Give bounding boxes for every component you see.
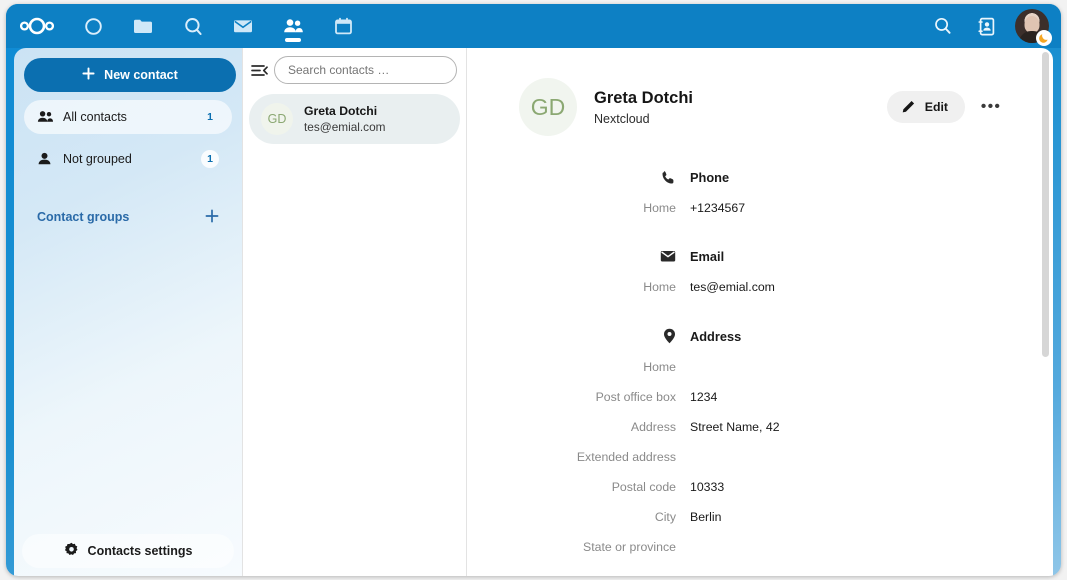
property-row: Extended address bbox=[467, 450, 1053, 464]
property-value[interactable]: 10333 bbox=[690, 480, 724, 494]
contact-email: tes@emial.com bbox=[304, 119, 385, 135]
envelope-icon bbox=[233, 18, 253, 34]
phone-icon bbox=[467, 170, 690, 185]
contact-detail-header: GD Greta Dotchi Nextcloud Edit ••• bbox=[467, 48, 1053, 136]
property-label: Post office box bbox=[467, 390, 690, 404]
nav-app-dashboard[interactable] bbox=[68, 4, 118, 48]
contacts-settings-button[interactable]: Contacts settings bbox=[22, 534, 234, 568]
folder-icon bbox=[133, 17, 153, 35]
more-actions-button[interactable]: ••• bbox=[975, 91, 1007, 123]
contact-name-block: Greta Dotchi Nextcloud bbox=[594, 89, 887, 126]
property-label: Address bbox=[467, 420, 690, 434]
contacts-card-icon[interactable] bbox=[967, 4, 1007, 48]
property-label: Extended address bbox=[467, 450, 690, 464]
location-pin-icon bbox=[467, 328, 690, 344]
property-value[interactable]: 1234 bbox=[690, 390, 717, 404]
collapse-sidebar-icon[interactable] bbox=[251, 64, 268, 77]
top-app-bar bbox=[6, 4, 1061, 48]
sidebar-item-count: 1 bbox=[201, 150, 219, 168]
section-address: Address Home Post office box 1234 Addres… bbox=[467, 328, 1053, 554]
email-icon bbox=[467, 250, 690, 263]
section-title-phone: Phone bbox=[467, 170, 1053, 185]
contact-list-header bbox=[243, 48, 466, 92]
new-contact-button[interactable]: New contact bbox=[24, 58, 236, 92]
pencil-icon bbox=[902, 99, 916, 116]
property-label: Home bbox=[467, 280, 690, 294]
avatar[interactable] bbox=[1015, 9, 1049, 43]
property-row: Post office box 1234 bbox=[467, 390, 1053, 404]
edit-button[interactable]: Edit bbox=[887, 91, 965, 123]
gear-icon bbox=[64, 542, 79, 560]
property-value[interactable]: +1234567 bbox=[690, 201, 745, 215]
property-row: Home tes@emial.com bbox=[467, 280, 1053, 294]
section-title-address: Address bbox=[467, 328, 1053, 344]
property-row: City Berlin bbox=[467, 510, 1053, 524]
contact-groups-header[interactable]: Contact groups bbox=[24, 202, 232, 232]
property-value[interactable]: Berlin bbox=[690, 510, 721, 524]
property-label: Home bbox=[467, 360, 690, 374]
new-contact-label: New contact bbox=[104, 68, 178, 82]
contact-organization: Nextcloud bbox=[594, 112, 887, 126]
contact-name: Greta Dotchi bbox=[304, 103, 385, 119]
contact-groups-label: Contact groups bbox=[37, 210, 205, 224]
contacts-icon bbox=[283, 18, 304, 35]
contact-list-pane: GD Greta Dotchi tes@emial.com bbox=[242, 48, 467, 576]
property-value[interactable]: tes@emial.com bbox=[690, 280, 775, 294]
property-label: Home bbox=[467, 201, 690, 215]
property-label: State or province bbox=[467, 540, 690, 554]
contact-initials-avatar: GD bbox=[261, 103, 293, 135]
edit-label: Edit bbox=[925, 100, 948, 114]
sidebar-item-count: 1 bbox=[201, 111, 219, 123]
nav-app-mail[interactable] bbox=[218, 4, 268, 48]
section-email: Email Home tes@emial.com bbox=[467, 249, 1053, 294]
status-badge bbox=[1036, 30, 1052, 46]
magnifier-icon bbox=[184, 17, 203, 36]
property-row: State or province bbox=[467, 540, 1053, 554]
nextcloud-logo[interactable] bbox=[20, 17, 54, 35]
property-row: Address Street Name, 42 bbox=[467, 420, 1053, 434]
app-content: New contact All contacts 1 bbox=[14, 48, 1053, 576]
list-item[interactable]: GD Greta Dotchi tes@emial.com bbox=[249, 94, 460, 144]
app-window: New contact All contacts 1 bbox=[6, 4, 1061, 576]
vertical-scrollbar[interactable] bbox=[1042, 52, 1049, 357]
nav-app-contacts[interactable] bbox=[268, 4, 318, 48]
page-title: Greta Dotchi bbox=[594, 89, 887, 108]
circle-icon bbox=[84, 17, 103, 36]
property-label: City bbox=[467, 510, 690, 524]
person-icon bbox=[37, 152, 59, 166]
section-label: Email bbox=[690, 249, 724, 264]
section-title-email: Email bbox=[467, 249, 1053, 264]
nav-app-photos[interactable] bbox=[168, 4, 218, 48]
sidebar-item-label: Not grouped bbox=[59, 152, 201, 166]
section-label: Address bbox=[690, 329, 741, 344]
section-phone: Phone Home +1234567 bbox=[467, 170, 1053, 215]
property-label: Postal code bbox=[467, 480, 690, 494]
property-row: Home +1234567 bbox=[467, 201, 1053, 215]
group-icon bbox=[37, 110, 59, 124]
section-label: Phone bbox=[690, 170, 729, 185]
contact-avatar: GD bbox=[519, 78, 577, 136]
search-icon[interactable] bbox=[923, 4, 963, 48]
search-input[interactable] bbox=[274, 56, 457, 84]
active-app-indicator bbox=[285, 38, 301, 42]
property-value[interactable]: Street Name, 42 bbox=[690, 420, 780, 434]
plus-icon bbox=[82, 67, 95, 83]
nav-app-calendar[interactable] bbox=[318, 4, 368, 48]
property-row: Home bbox=[467, 360, 1053, 374]
nav-app-files[interactable] bbox=[118, 4, 168, 48]
calendar-icon bbox=[334, 17, 353, 36]
property-row: Postal code 10333 bbox=[467, 480, 1053, 494]
add-group-icon[interactable] bbox=[205, 209, 219, 226]
contacts-settings-label: Contacts settings bbox=[88, 544, 193, 558]
sidebar-item-not-grouped[interactable]: Not grouped 1 bbox=[24, 142, 232, 176]
sidebar-item-label: All contacts bbox=[59, 110, 201, 124]
app-navigation bbox=[68, 4, 368, 48]
contact-detail-pane: GD Greta Dotchi Nextcloud Edit ••• bbox=[467, 48, 1053, 576]
sidebar: New contact All contacts 1 bbox=[14, 48, 242, 576]
sidebar-item-all-contacts[interactable]: All contacts 1 bbox=[24, 100, 232, 134]
topbar-right-actions bbox=[923, 4, 1061, 48]
